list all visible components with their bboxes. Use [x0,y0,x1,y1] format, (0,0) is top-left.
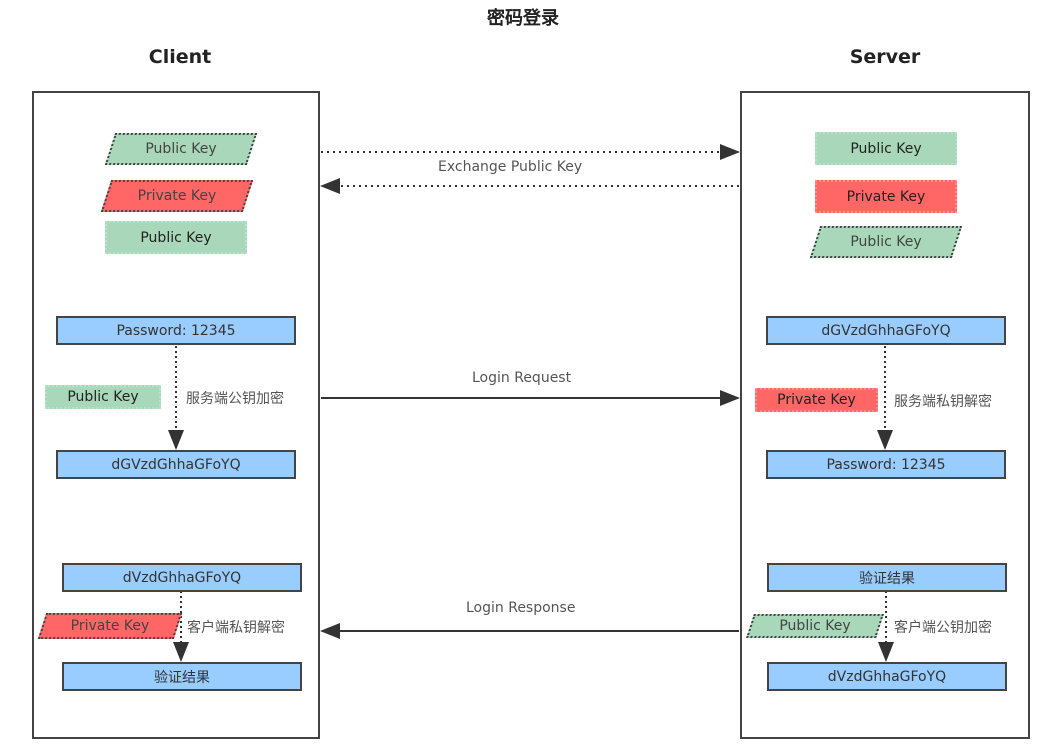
server-encrypt-label: 客户端公钥加密 [894,620,992,636]
server-encrypt-key: Public Key [746,614,884,638]
client-password-box: Password: 12345 [56,316,296,345]
client-decrypt-key: Private Key [37,613,183,639]
server-decrypt-label: 服务端私钥解密 [894,394,992,410]
client-result-box: 验证结果 [62,662,302,691]
login-response-label: Login Response [466,600,576,616]
server-public-key: Public Key [815,132,957,165]
client-decrypt-label: 客户端私钥解密 [187,620,285,636]
client-public-key: Public Key [105,221,247,254]
client-encrypt-label: 服务端公钥加密 [186,391,284,407]
login-request-label: Login Request [472,370,572,386]
server-response-encrypted-box: dVzdGhhaGFoYQ [767,662,1007,691]
server-private-key: Private Key [815,180,957,213]
client-private-key: Private Key [100,180,254,212]
server-result-box: 验证结果 [767,563,1007,592]
exchange-label: Exchange Public Key [438,159,583,175]
server-received-public-key: Public Key [809,226,963,258]
server-decrypt-key: Private Key [755,388,878,412]
client-received-public-key: Public Key [104,133,258,165]
client-response-encrypted-box: dVzdGhhaGFoYQ [62,563,302,592]
client-encrypt-key: Public Key [45,385,161,409]
server-decrypted-box: Password: 12345 [766,450,1006,479]
client-encrypted-box: dGVzdGhhaGFoYQ [56,450,296,479]
server-encrypted-box: dGVzdGhhaGFoYQ [766,316,1006,345]
